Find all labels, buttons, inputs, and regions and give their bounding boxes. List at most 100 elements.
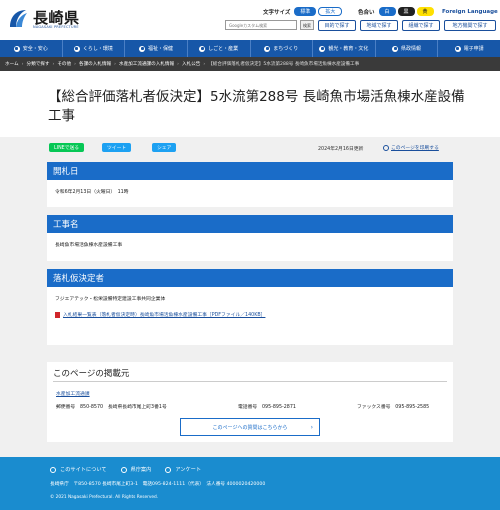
winner-name: フジエアテック・松栄設備特定建設工事共同企業体 <box>55 297 166 302</box>
main-navigation: 安全・安心 くらし・環境 福祉・保健 しごと・産業 まちづくり 観光・教育・文化… <box>0 40 500 57</box>
fax-number: ファックス番号 095-895-2585 <box>357 405 430 410</box>
nav-item-tourism[interactable]: 観光・教育・文化 <box>313 40 376 57</box>
nav-item-label: しごと・産業 <box>208 46 239 52</box>
breadcrumb-separator: › <box>52 61 55 67</box>
share-line-label: LINEで送る <box>54 146 80 151</box>
breadcrumb-separator: › <box>21 61 24 67</box>
nav-item-label: 安全・安心 <box>22 46 48 52</box>
inquiry-button-label: このページへの質問はこちらから <box>212 424 288 431</box>
section-winner: 落札仮決定者 フジエアテック・松栄設備特定建設工事共同企業体 入札結果一覧表（落… <box>47 269 453 345</box>
nav-item-prefecture[interactable]: 県政情報 <box>376 40 439 57</box>
footer-link-label: アンケート <box>175 467 202 473</box>
site-header: 長崎県 NAGASAKI PREFECTURE 文字サイズ 標準 拡大 色合い … <box>0 0 500 40</box>
inquiry-button[interactable]: このページへの質問はこちらから › <box>180 418 320 436</box>
nav-item-label: まちづくり <box>273 46 299 52</box>
foreign-language-link[interactable]: Foreign Language <box>442 9 498 15</box>
breadcrumb-current: 【総合評価落札者仮決定】5水流第288号 長崎魚市場活魚棟水産設備工事 <box>208 62 360 67</box>
color-label: 色合い <box>358 9 375 16</box>
font-size-controls: 文字サイズ 標準 拡大 <box>263 7 344 16</box>
nav-org-button[interactable]: 組織で探す <box>402 20 440 31</box>
nav-item-work[interactable]: しごと・産業 <box>188 40 251 57</box>
footer-link-label: 県庁案内 <box>130 467 152 473</box>
section-heading: 落札仮決定者 <box>47 269 453 287</box>
nav-item-label: くらし・環境 <box>82 46 113 52</box>
share-twitter-button[interactable]: ツイート <box>102 143 132 152</box>
page-title: 【総合評価落札者仮決定】5水流第288号 長崎魚市場活魚棟水産設備工事 <box>48 89 465 124</box>
breadcrumb-other[interactable]: その他 <box>57 61 71 67</box>
nav-item-label: 電子申請 <box>463 46 484 52</box>
breadcrumb-dept-bids[interactable]: 水産加工流通課の入札情報 <box>119 61 174 67</box>
building-icon <box>264 45 271 52</box>
pdf-result-link[interactable]: 入札結果一覧表（落札者仮決定時）長崎魚市場活魚棟水産設備工事［PDFファイル／1… <box>55 311 445 318</box>
divider <box>53 381 447 382</box>
building-icon <box>120 466 127 473</box>
color-yellow-button[interactable]: 黄 <box>416 7 434 16</box>
briefcase-icon <box>199 45 206 52</box>
nav-local-button[interactable]: 地方機関で探す <box>444 20 496 31</box>
chat-icon <box>165 466 172 473</box>
footer-about-link[interactable]: このサイトについて <box>50 466 107 473</box>
share-facebook-label: シェア <box>157 146 172 151</box>
footer-links: このサイトについて 県庁案内 アンケート <box>50 466 215 473</box>
nav-area-button[interactable]: 地域で探す <box>360 20 398 31</box>
nav-item-e-application[interactable]: 電子申請 <box>438 40 500 57</box>
font-standard-button[interactable]: 標準 <box>294 7 317 16</box>
search-button[interactable]: 検索 <box>300 20 314 30</box>
nav-purpose-button[interactable]: 目的で探す <box>318 20 356 31</box>
breadcrumb-separator: › <box>114 61 116 67</box>
footer-survey-link[interactable]: アンケート <box>165 466 201 473</box>
nav-item-label: 観光・教育・文化 <box>328 46 369 52</box>
print-link[interactable]: このページを印刷する <box>383 144 439 151</box>
department-link[interactable]: 水産加工流通課 <box>56 390 90 397</box>
share-twitter-label: ツイート <box>107 146 127 151</box>
nav-item-welfare[interactable]: 福祉・保健 <box>125 40 188 57</box>
font-large-button[interactable]: 拡大 <box>318 7 343 16</box>
breadcrumb-bids[interactable]: 各課の入札情報 <box>79 61 111 67</box>
site-logo[interactable]: 長崎県 NAGASAKI PREFECTURE <box>6 6 86 32</box>
color-controls: 色合い 白 黒 黄 <box>358 7 436 16</box>
heart-icon <box>139 45 146 52</box>
breadcrumb-separator: › <box>177 61 179 67</box>
logo-subtitle: NAGASAKI PREFECTURE <box>33 25 79 29</box>
font-size-label: 文字サイズ <box>263 9 291 16</box>
search-input[interactable]: Googleカスタム検索 <box>225 20 297 30</box>
breadcrumb-separator: › <box>203 61 206 67</box>
nav-item-safety[interactable]: 安全・安心 <box>0 40 63 57</box>
footer-office-link[interactable]: 県庁案内 <box>120 466 152 473</box>
footer-copyright: © 2021 Nagasaki Prefectural. All Rights … <box>50 495 159 500</box>
house-icon <box>73 45 80 52</box>
foreign-language-wrap: Foreign Language <box>442 7 498 16</box>
breadcrumb-home[interactable]: ホーム <box>5 61 19 67</box>
section-opening-date: 開札日 令和6年2月13日（火曜日） 11時 <box>47 162 453 207</box>
pdf-result-label: 入札結果一覧表（落札者仮決定時）長崎魚市場活魚棟水産設備工事［PDFファイル／1… <box>63 313 266 318</box>
share-facebook-button[interactable]: シェア <box>152 143 177 152</box>
section-heading: 開札日 <box>47 162 453 180</box>
print-label: このページを印刷する <box>391 146 439 151</box>
section-body: フジエアテック・松栄設備特定建設工事共同企業体 入札結果一覧表（落札者仮決定時）… <box>47 287 453 326</box>
section-work-name: 工事名 長崎魚市場活魚棟水産設備工事 <box>47 215 453 261</box>
info-icon <box>392 45 399 52</box>
print-icon <box>383 144 389 151</box>
chevron-right-icon: › <box>310 424 313 431</box>
color-white-button[interactable]: 白 <box>378 7 396 16</box>
section-heading: 工事名 <box>47 215 453 233</box>
nav-item-label: 福祉・保健 <box>148 46 174 52</box>
share-line-button[interactable]: LINEで送る <box>49 143 85 152</box>
pdf-icon <box>55 311 60 318</box>
contact-title: このページの掲載元 <box>53 369 130 379</box>
section-body: 令和6年2月13日（火曜日） 11時 <box>55 190 129 195</box>
color-black-button[interactable]: 黒 <box>397 7 415 16</box>
nav-item-town[interactable]: まちづくり <box>251 40 314 57</box>
updated-date: 2024年2月16日更新 <box>318 147 364 152</box>
breadcrumb-separator: › <box>74 61 76 67</box>
site-footer: このサイトについて 県庁案内 アンケート 長崎県庁 〒850-8570 長崎市尾… <box>0 457 500 510</box>
breadcrumb-notice[interactable]: 入札公告 <box>182 61 200 67</box>
breadcrumb-category[interactable]: 分類で探す <box>27 61 50 67</box>
footer-link-label: このサイトについて <box>60 467 107 473</box>
nav-item-living[interactable]: くらし・環境 <box>63 40 126 57</box>
shield-icon <box>13 45 20 52</box>
breadcrumb: ホーム › 分類で探す › その他 › 各課の入札情報 › 水産加工流通課の入札情報 › … <box>0 57 500 71</box>
flag-icon <box>319 45 326 52</box>
computer-icon <box>454 45 461 52</box>
section-body: 長崎魚市場活魚棟水産設備工事 <box>55 243 123 248</box>
